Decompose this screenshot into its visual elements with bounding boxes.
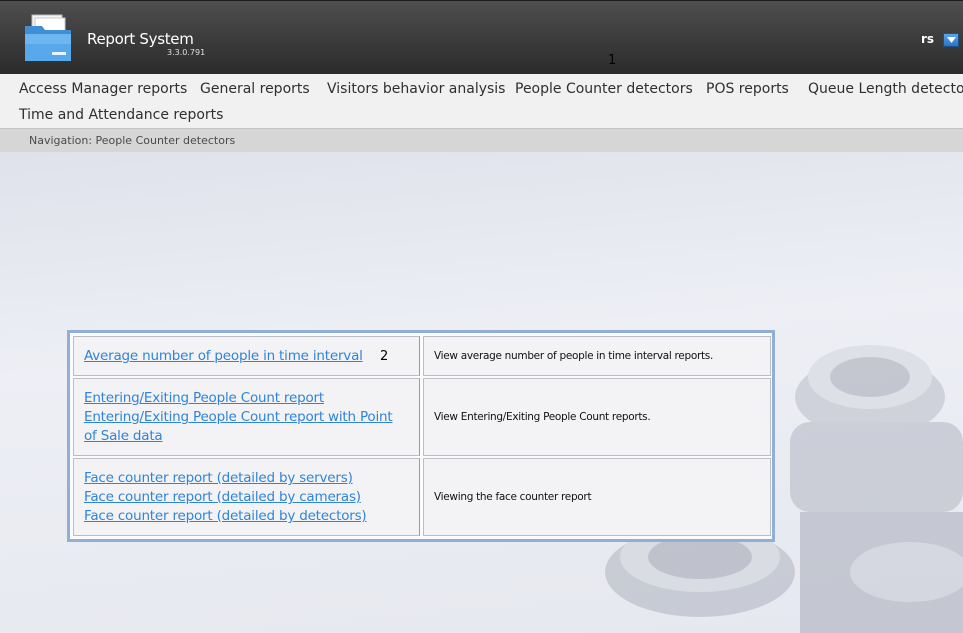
report-link-average-people[interactable]: Average number of people in time interva… [84, 347, 363, 366]
breadcrumb-bar: Navigation: People Counter detectors [0, 128, 963, 152]
app-header: Report System 3.3.0.791 rs 1 [0, 0, 963, 75]
nav-pos-reports[interactable]: POS reports [706, 81, 789, 97]
report-description-cell: View Entering/Exiting People Count repor… [423, 378, 771, 456]
table-row: Entering/Exiting People Count report Ent… [73, 378, 771, 456]
user-name[interactable]: rs [921, 32, 934, 46]
nav-queue-length-detectors[interactable]: Queue Length detectors [808, 81, 963, 97]
report-link-face-counter-detectors[interactable]: Face counter report (detailed by detecto… [84, 507, 367, 526]
report-links-cell: Face counter report (detailed by servers… [73, 458, 420, 536]
callout-marker: 2 [380, 349, 389, 364]
callout-marker: 1 [608, 53, 617, 68]
nav-time-and-attendance-reports[interactable]: Time and Attendance reports [19, 107, 223, 123]
report-link-face-counter-servers[interactable]: Face counter report (detailed by servers… [84, 469, 353, 488]
report-description-cell: View average number of people in time in… [423, 336, 771, 376]
report-link-face-counter-cameras[interactable]: Face counter report (detailed by cameras… [84, 488, 361, 507]
nav-people-counter-detectors[interactable]: People Counter detectors [515, 81, 693, 97]
report-link-entering-exiting-pos[interactable]: Entering/Exiting People Count report wit… [84, 408, 409, 446]
report-links-cell: Entering/Exiting People Count report Ent… [73, 378, 420, 456]
table-row: Average number of people in time interva… [73, 336, 771, 376]
table-row: Face counter report (detailed by servers… [73, 458, 771, 536]
user-menu-button[interactable] [943, 33, 959, 47]
dropdown-arrow-icon [947, 37, 956, 43]
nav-general-reports[interactable]: General reports [200, 81, 310, 97]
folder-icon [24, 14, 72, 64]
nav-access-manager-reports[interactable]: Access Manager reports [19, 81, 187, 97]
report-links-cell: Average number of people in time interva… [73, 336, 420, 376]
reports-table: Average number of people in time interva… [67, 330, 775, 542]
reports-nav-menu: Access Manager reports General reports V… [0, 74, 963, 128]
report-description: Viewing the face counter report [434, 491, 592, 503]
report-link-entering-exiting[interactable]: Entering/Exiting People Count report [84, 389, 324, 408]
app-title: Report System [87, 30, 194, 48]
nav-visitors-behavior-analysis[interactable]: Visitors behavior analysis [327, 81, 505, 97]
report-description: View Entering/Exiting People Count repor… [434, 411, 651, 423]
report-description: View average number of people in time in… [434, 350, 713, 362]
breadcrumb: Navigation: People Counter detectors [29, 134, 236, 147]
report-description-cell: Viewing the face counter report [423, 458, 771, 536]
app-version: 3.3.0.791 [167, 48, 206, 57]
